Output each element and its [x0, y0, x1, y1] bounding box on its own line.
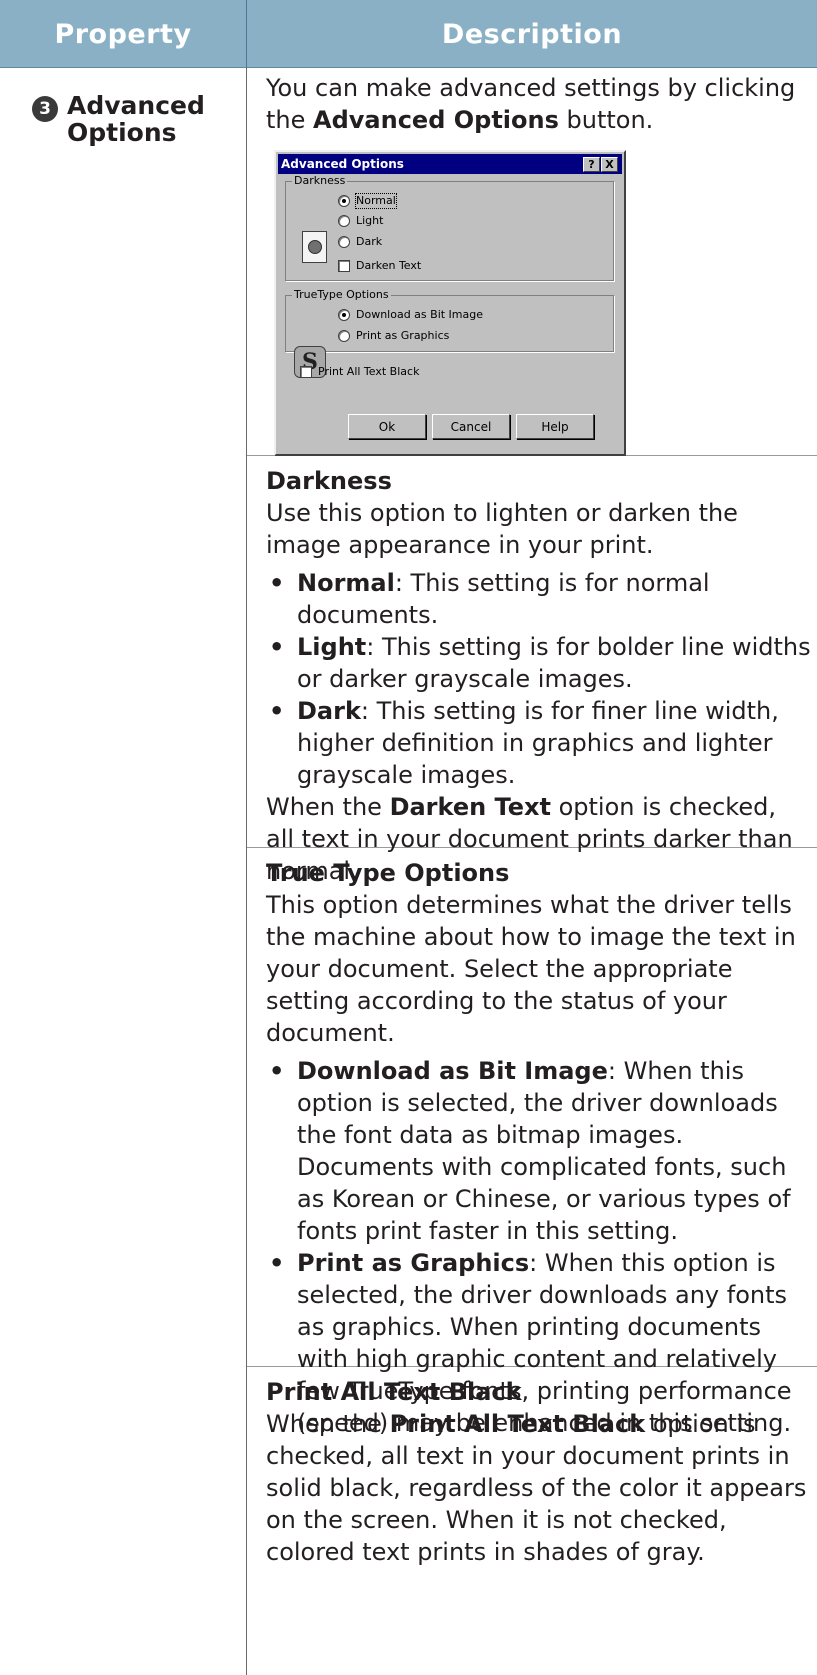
radio-button-icon[interactable] — [338, 215, 350, 227]
header-property: Property — [54, 18, 192, 50]
help-icon[interactable]: ? — [583, 157, 600, 172]
list-item: Light: This setting is for bolder line w… — [266, 631, 811, 695]
cancel-button[interactable]: Cancel — [432, 414, 510, 439]
radio-normal-label: Normal — [355, 193, 397, 209]
truetype-group: TrueType Options Download as Bit Image P… — [285, 288, 614, 352]
radio-download-bit-image[interactable]: Download as Bit Image — [338, 308, 483, 322]
dialog-titlebar: Advanced Options ? X — [278, 154, 622, 174]
advanced-options-dialog: Advanced Options ? X Darkness Normal Lig… — [274, 150, 626, 456]
darkness-group: Darkness Normal Light Dark Darken Text — [285, 174, 614, 281]
darkness-title: Darkness — [266, 467, 392, 495]
row-number-badge: 3 — [32, 96, 58, 122]
truetype-section: True Type Options This option determines… — [266, 857, 811, 1439]
radio-download-label: Download as Bit Image — [356, 308, 484, 321]
print-black-title: Print All Text Black — [266, 1378, 522, 1406]
darken-text-checkbox[interactable]: Darken Text — [338, 259, 421, 273]
radio-button-icon[interactable] — [338, 236, 350, 248]
help-button[interactable]: Help — [516, 414, 594, 439]
radio-button-icon[interactable] — [338, 309, 350, 321]
print-all-black-checkbox[interactable]: Print All Text Black — [300, 365, 419, 379]
radio-light-label: Light — [356, 214, 384, 227]
print-black-section: Print All Text Black When the Print All … — [266, 1376, 811, 1568]
radio-graphics-label: Print as Graphics — [356, 329, 450, 342]
table-header: Property Description — [0, 0, 817, 68]
close-icon[interactable]: X — [601, 157, 618, 172]
truetype-title: True Type Options — [266, 859, 510, 887]
truetype-group-label: TrueType Options — [292, 288, 391, 302]
list-item: Dark: This setting is for finer line wid… — [266, 695, 811, 791]
darkness-list: Normal: This setting is for normal docum… — [266, 567, 811, 791]
print-all-black-label: Print All Text Black — [318, 365, 420, 378]
intro-text: You can make advanced settings by clicki… — [266, 74, 796, 134]
darkness-group-label: Darkness — [292, 174, 348, 188]
checkbox-icon[interactable] — [300, 366, 312, 378]
property-name: Advanced Options — [67, 91, 205, 147]
darkness-description: Use this option to lighten or darken the… — [266, 499, 738, 559]
radio-dark[interactable]: Dark — [338, 235, 382, 249]
radio-normal[interactable]: Normal — [338, 193, 397, 209]
radio-button-icon[interactable] — [338, 195, 350, 207]
ok-button[interactable]: Ok — [348, 414, 426, 439]
document-darkness-icon — [302, 231, 327, 263]
radio-button-icon[interactable] — [338, 330, 350, 342]
property-label: 3 Advanced Options — [32, 92, 227, 146]
list-item: Normal: This setting is for normal docum… — [266, 567, 811, 631]
radio-dark-label: Dark — [356, 235, 383, 248]
dialog-title: Advanced Options — [281, 157, 404, 171]
radio-print-as-graphics[interactable]: Print as Graphics — [338, 329, 449, 343]
checkbox-icon[interactable] — [338, 260, 350, 272]
print-black-description: When the Print All Text Black option is … — [266, 1410, 807, 1566]
manual-page: Property Description 3 Advanced Options … — [0, 0, 817, 1675]
header-description: Description — [441, 18, 623, 50]
darkness-section: Darkness Use this option to lighten or d… — [266, 465, 811, 887]
column-divider — [246, 68, 247, 1675]
darken-text-label: Darken Text — [356, 259, 422, 272]
radio-light[interactable]: Light — [338, 214, 383, 228]
list-item: Download as Bit Image: When this option … — [266, 1055, 811, 1247]
truetype-description: This option determines what the driver t… — [266, 891, 796, 1047]
